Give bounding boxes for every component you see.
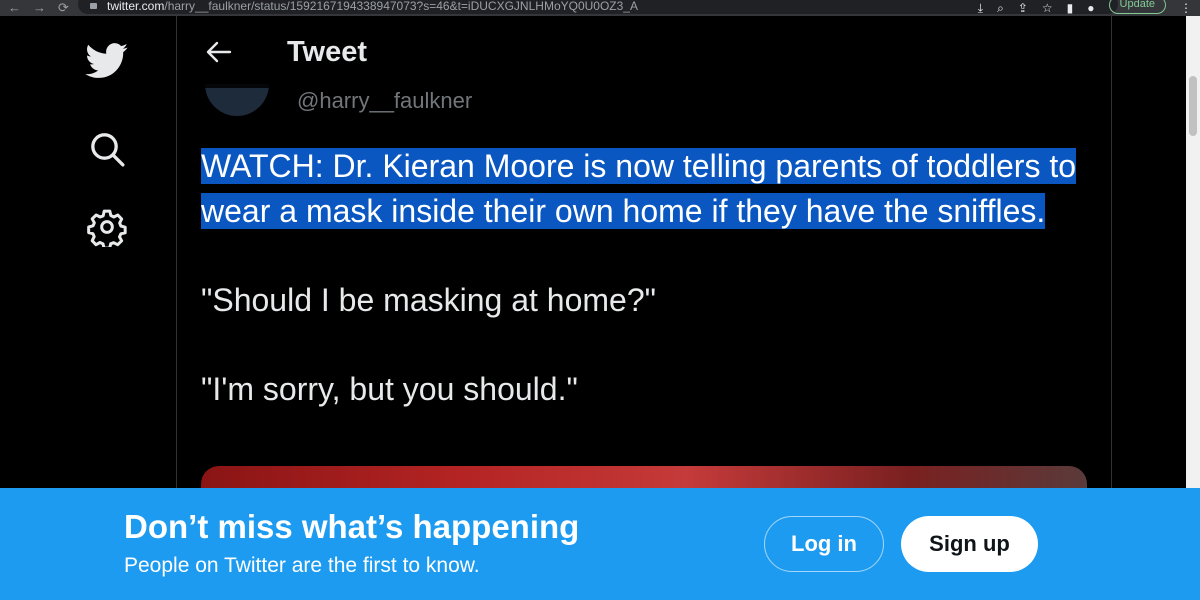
scrollbar-thumb[interactable]: [1189, 76, 1197, 136]
settings-icon[interactable]: [84, 204, 130, 250]
browser-actions: ⤓ ⌕ ⇪ ☆ ▮ ● Update ⋮: [978, 0, 1192, 16]
bookmark-star-icon[interactable]: ☆: [1042, 1, 1053, 15]
share-icon[interactable]: ⇪: [1018, 1, 1028, 15]
url-text[interactable]: twitter.com/harry__faulkner/status/15921…: [107, 0, 638, 13]
back-button[interactable]: [203, 36, 235, 68]
tweet-paragraph: WATCH: Dr. Kieran Moore is now telling p…: [201, 144, 1081, 234]
address-bar[interactable]: twitter.com/harry__faulkner/status/15921…: [78, 0, 1118, 14]
browser-toolbar: ← → ⟳ twitter.com/harry__faulkner/status…: [0, 0, 1200, 16]
page-header: Tweet: [177, 16, 1111, 88]
arrow-left-icon: [206, 41, 232, 63]
url-host: twitter.com: [107, 0, 165, 13]
download-icon[interactable]: ⤓: [978, 1, 983, 16]
side-panel-icon[interactable]: ▮: [1067, 1, 1074, 15]
zoom-icon[interactable]: ⌕: [997, 1, 1004, 16]
twitter-bird-svg: [85, 43, 128, 78]
tweet-quote-1: "Should I be masking at home?": [201, 282, 656, 318]
update-button[interactable]: Update: [1108, 0, 1166, 14]
selected-text: WATCH: Dr. Kieran Moore is now telling p…: [201, 148, 1077, 229]
avatar[interactable]: [205, 84, 269, 116]
page-scrollbar[interactable]: [1186, 16, 1200, 488]
banner-title: Don’t miss what’s happening: [124, 508, 580, 545]
search-icon[interactable]: [84, 126, 130, 172]
signup-banner: Don’t miss what’s happening People on Tw…: [0, 488, 1200, 600]
browser-nav: ← → ⟳: [0, 0, 69, 16]
lock-icon: [90, 3, 97, 9]
author-handle[interactable]: @harry__faulkner: [297, 88, 472, 114]
back-arrow-icon[interactable]: ←: [8, 0, 21, 16]
banner-subtitle: People on Twitter are the first to know.: [124, 554, 480, 577]
tweet-quote-2: "I'm sorry, but you should.": [201, 371, 578, 407]
profile-icon[interactable]: ●: [1087, 1, 1094, 15]
tweet-text: WATCH: Dr. Kieran Moore is now telling p…: [201, 144, 1081, 412]
sign-up-button[interactable]: Sign up: [901, 516, 1038, 572]
gear-svg: [87, 209, 127, 247]
log-in-button[interactable]: Log in: [764, 516, 884, 572]
search-svg: [91, 133, 125, 167]
url-path: /harry__faulkner/status/1592167194338947…: [164, 0, 638, 13]
reload-icon[interactable]: ⟳: [58, 0, 69, 16]
page-title: Tweet: [287, 35, 368, 68]
menu-kebab-icon[interactable]: ⋮: [1180, 1, 1192, 15]
forward-arrow-icon[interactable]: →: [33, 0, 46, 16]
twitter-logo-icon[interactable]: [84, 38, 130, 84]
